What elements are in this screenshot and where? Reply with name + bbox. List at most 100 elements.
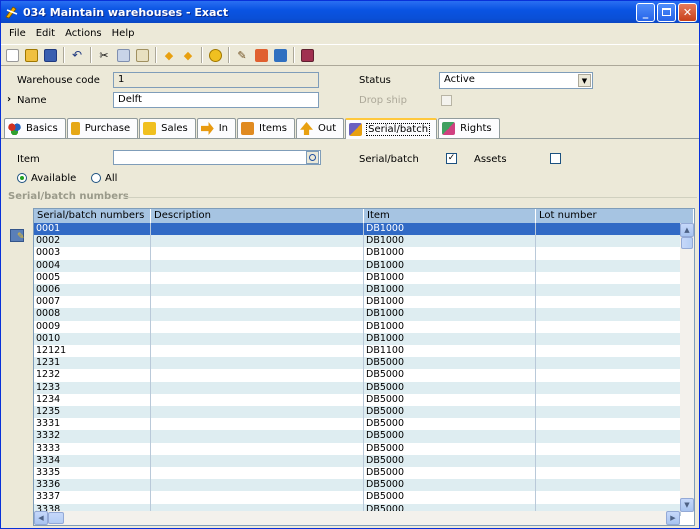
next-button[interactable]: ◆ xyxy=(179,46,197,64)
assets-label: Assets xyxy=(474,154,507,165)
warehouse-code-field[interactable]: 1 xyxy=(113,72,319,88)
edit-row-button[interactable]: ✎ xyxy=(10,229,25,242)
scroll-up-button[interactable]: ▲ xyxy=(680,223,694,237)
tab-label: Purchase xyxy=(84,123,131,134)
cell-description xyxy=(151,284,364,297)
cell-serial: 1231 xyxy=(34,357,151,370)
grid-header: Serial/batch numbers Description Item Lo… xyxy=(34,209,694,223)
column-header-item[interactable]: Item xyxy=(364,209,536,223)
cell-description xyxy=(151,308,364,321)
table-row[interactable]: 0001 DB1000 xyxy=(34,223,681,236)
new-button[interactable] xyxy=(3,46,21,64)
cell-item: DB1000 xyxy=(364,223,536,236)
app-icon xyxy=(5,5,19,19)
table-row[interactable]: 0007 DB1000 xyxy=(34,296,681,309)
cell-description xyxy=(151,393,364,406)
menu-actions[interactable]: Actions xyxy=(60,28,107,39)
cell-serial: 0005 xyxy=(34,271,151,284)
table-row[interactable]: 3332 DB5000 xyxy=(34,430,681,443)
tab-rights[interactable]: Rights xyxy=(438,118,500,138)
tab-out[interactable]: Out xyxy=(296,118,345,138)
title-bar[interactable]: 034 Maintain warehouses - Exact _ ✕ xyxy=(1,1,699,23)
maximize-button[interactable] xyxy=(657,2,676,22)
table-row[interactable]: 0003 DB1000 xyxy=(34,247,681,260)
cut-button[interactable]: ✂ xyxy=(95,46,113,64)
undo-button[interactable]: ↶ xyxy=(68,46,86,64)
table-row[interactable]: 0005 DB1000 xyxy=(34,271,681,284)
table-row[interactable]: 12121 DB1100 xyxy=(34,345,681,358)
close-button[interactable]: ✕ xyxy=(678,2,697,22)
tab-serial-batch[interactable]: Serial/batch xyxy=(345,118,438,139)
table-row[interactable]: 0002 DB1000 xyxy=(34,235,681,248)
menu-file[interactable]: File xyxy=(4,28,31,39)
table-row[interactable]: 1231 DB5000 xyxy=(34,357,681,370)
cell-description xyxy=(151,320,364,333)
table-row[interactable]: 3335 DB5000 xyxy=(34,467,681,480)
name-indicator-icon: › xyxy=(7,94,12,105)
scroll-down-button[interactable]: ▼ xyxy=(680,498,694,512)
name-field[interactable]: Delft xyxy=(113,92,319,108)
table-row[interactable]: 3337 DB5000 xyxy=(34,491,681,504)
column-header-description[interactable]: Description xyxy=(151,209,364,223)
copy-button[interactable] xyxy=(114,46,132,64)
tab-label: Items xyxy=(259,123,288,134)
tab-purchase[interactable]: Purchase xyxy=(66,118,139,138)
item-lookup-button[interactable] xyxy=(306,151,319,164)
table-row[interactable]: 3336 DB5000 xyxy=(34,479,681,492)
cell-serial: 3331 xyxy=(34,418,151,431)
drop-ship-checkbox xyxy=(441,95,452,106)
serial-batch-grid[interactable]: Serial/batch numbers Description Item Lo… xyxy=(33,208,695,526)
cell-lot-number xyxy=(536,406,681,419)
tab-label: In xyxy=(218,123,229,134)
serial-batch-checkbox[interactable]: ✓ xyxy=(446,153,457,164)
book-button[interactable] xyxy=(298,46,316,64)
available-radio[interactable] xyxy=(17,173,27,183)
status-select[interactable]: Active ▼ xyxy=(439,72,593,89)
table-row[interactable]: 0008 DB1000 xyxy=(34,308,681,321)
table-row[interactable]: 1235 DB5000 xyxy=(34,406,681,419)
table-row[interactable]: 0004 DB1000 xyxy=(34,259,681,272)
currency-button[interactable] xyxy=(206,46,224,64)
vertical-scroll-thumb[interactable] xyxy=(681,237,693,249)
table-row[interactable]: 3334 DB5000 xyxy=(34,454,681,467)
edit-button[interactable]: ✎ xyxy=(233,46,251,64)
vertical-scrollbar[interactable]: ▲ ▼ xyxy=(680,223,694,512)
cell-serial: 0006 xyxy=(34,284,151,297)
table-row[interactable]: 0009 DB1000 xyxy=(34,320,681,333)
table-row[interactable]: 1234 DB5000 xyxy=(34,393,681,406)
link-button[interactable] xyxy=(252,46,270,64)
tree-button[interactable] xyxy=(271,46,289,64)
tab-in[interactable]: In xyxy=(196,118,237,138)
cell-description xyxy=(151,442,364,455)
table-row[interactable]: 0010 DB1000 xyxy=(34,332,681,345)
cell-serial: 1233 xyxy=(34,381,151,394)
scroll-right-button[interactable]: ▶ xyxy=(666,511,680,525)
table-row[interactable]: 3333 DB5000 xyxy=(34,442,681,455)
minimize-button[interactable]: _ xyxy=(636,2,655,22)
cell-serial: 0002 xyxy=(34,235,151,248)
save-button[interactable] xyxy=(41,46,59,64)
all-radio[interactable] xyxy=(91,173,101,183)
table-row[interactable]: 1232 DB5000 xyxy=(34,369,681,382)
open-button[interactable] xyxy=(22,46,40,64)
table-row[interactable]: 0006 DB1000 xyxy=(34,284,681,297)
purchase-icon xyxy=(70,122,80,135)
table-row[interactable]: 3331 DB5000 xyxy=(34,418,681,431)
tab-items[interactable]: Items xyxy=(237,118,296,138)
cell-description xyxy=(151,369,364,382)
paste-button[interactable] xyxy=(133,46,151,64)
column-header-lot-number[interactable]: Lot number xyxy=(536,209,694,223)
horizontal-scrollbar[interactable]: ◀ ▶ xyxy=(34,511,680,525)
previous-button[interactable]: ◆ xyxy=(160,46,178,64)
assets-checkbox[interactable] xyxy=(550,153,561,164)
table-row[interactable]: 1233 DB5000 xyxy=(34,381,681,394)
tab-basics[interactable]: Basics xyxy=(4,118,66,138)
horizontal-scroll-thumb[interactable] xyxy=(48,512,64,524)
scroll-left-button[interactable]: ◀ xyxy=(34,511,48,525)
column-header-serial[interactable]: Serial/batch numbers xyxy=(34,209,151,223)
cell-serial: 1235 xyxy=(34,406,151,419)
tab-sales[interactable]: Sales xyxy=(139,118,196,138)
menu-help[interactable]: Help xyxy=(107,28,140,39)
menu-edit[interactable]: Edit xyxy=(31,28,60,39)
item-input[interactable] xyxy=(113,150,321,165)
